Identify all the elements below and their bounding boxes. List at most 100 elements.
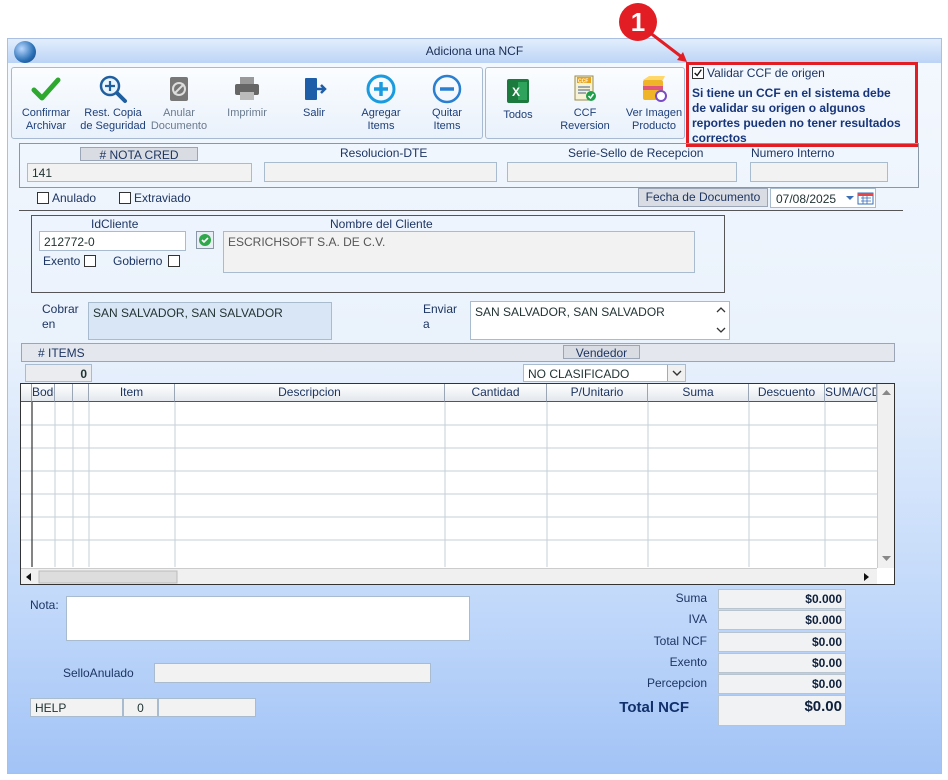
- confirm-archive-button[interactable]: Confirmar Archivar: [14, 74, 78, 133]
- scroll-up-down-icon: [882, 390, 891, 561]
- items-bar: [21, 343, 895, 362]
- enviar-scrollbar[interactable]: [714, 303, 728, 337]
- scroll-arrows-icon: [716, 307, 726, 333]
- green-check-icon: [196, 231, 214, 249]
- annotation-highlight-box: [686, 62, 918, 147]
- nota-label: Nota:: [30, 598, 59, 612]
- iva-label: IVA: [688, 612, 707, 626]
- minus-circle-icon: [432, 74, 462, 104]
- exento-total-value: $0.00: [718, 653, 846, 673]
- exento-label: Exento: [43, 254, 81, 268]
- annotation-badge: 1: [619, 3, 657, 41]
- fecha-value: 07/08/2025: [776, 192, 837, 206]
- help-extra: [158, 698, 256, 717]
- restore-backup-button[interactable]: Rest. Copia de Seguridad: [79, 74, 147, 133]
- plus-circle-icon: [366, 74, 396, 104]
- annotation-arrow: [648, 30, 687, 62]
- exit-button[interactable]: Salir: [288, 74, 340, 120]
- enviar-label: Enviar a: [423, 302, 458, 331]
- gobierno-checkbox[interactable]: [168, 255, 180, 267]
- grand-total-value: $0.00: [718, 695, 846, 726]
- percepcion-label: Percepcion: [646, 676, 707, 690]
- ccf-reversion-button[interactable]: CCF CCF Reversion: [556, 74, 614, 133]
- title-bar: Adiciona una NCF: [8, 39, 941, 63]
- gobierno-label: Gobierno: [113, 254, 163, 268]
- nota-cred-field[interactable]: 141: [27, 163, 252, 182]
- total-ncf-value: $0.00: [718, 632, 846, 652]
- grid-col-descripcion[interactable]: Descripcion: [175, 384, 445, 402]
- fecha-documento-label: Fecha de Documento: [638, 188, 768, 207]
- printer-icon: [235, 77, 259, 100]
- sello-anulado-field[interactable]: [154, 663, 431, 683]
- nombre-cliente-field[interactable]: ESCRICHSOFT S.A. DE C.V.: [223, 231, 695, 273]
- svg-text:CCF: CCF: [578, 79, 588, 85]
- grid-col-cantidad[interactable]: Cantidad: [445, 384, 547, 402]
- void-document-icon: [170, 77, 188, 101]
- exit-door-icon: [305, 78, 327, 100]
- items-label: # ITEMS: [38, 346, 85, 360]
- grid-col-descuento[interactable]: Descuento: [749, 384, 825, 402]
- sello-anulado-label: SelloAnulado: [63, 666, 134, 680]
- vendedor-dropdown-button[interactable]: [667, 365, 685, 381]
- grid-col-p-unitario[interactable]: P/Unitario: [547, 384, 648, 402]
- date-picker-button[interactable]: [845, 191, 875, 205]
- extraviado-label: Extraviado: [134, 191, 191, 205]
- grid-body-lines: [21, 402, 877, 567]
- grid-col-item[interactable]: Item: [89, 384, 175, 402]
- chevron-down-icon: [672, 370, 682, 376]
- grid-header-row: Bodega Item Descripcion Cantidad P/Unita…: [21, 384, 877, 402]
- cobrar-label: Cobrar en: [42, 302, 79, 331]
- calendar-dropdown-icon: [846, 192, 874, 205]
- window-title: Adiciona una NCF: [425, 44, 524, 58]
- extraviado-checkbox[interactable]: [119, 192, 131, 204]
- scroll-left-right-icon: [26, 570, 869, 584]
- svg-text:X: X: [512, 85, 520, 99]
- vendedor-value: NO CLASIFICADO: [528, 367, 630, 381]
- grid-col-bodega[interactable]: Bodega: [32, 384, 55, 402]
- export-all-button[interactable]: X Todos: [494, 76, 542, 122]
- zoom-in-icon: [99, 75, 127, 103]
- product-image-icon: [643, 76, 667, 102]
- enviar-value: SAN SALVADOR, SAN SALVADOR: [475, 305, 665, 319]
- excel-icon: X: [507, 79, 529, 103]
- grid-col-selector[interactable]: [21, 384, 32, 402]
- void-document-button[interactable]: Anular Documento: [150, 74, 208, 133]
- cobrar-field[interactable]: SAN SALVADOR, SAN SALVADOR: [88, 302, 332, 340]
- suma-value: $0.000: [718, 589, 846, 609]
- grid-col-suma[interactable]: Suma: [648, 384, 749, 402]
- grid-col-blank-2[interactable]: [73, 384, 89, 402]
- nota-field[interactable]: [66, 596, 470, 641]
- numero-interno-field[interactable]: [750, 162, 888, 182]
- view-product-image-button[interactable]: Ver Imagen Producto: [622, 74, 686, 133]
- anulado-label: Anulado: [52, 191, 97, 205]
- exento-total-label: Exento: [669, 655, 707, 669]
- anulado-checkbox[interactable]: [37, 192, 49, 204]
- nombre-cliente-label: Nombre del Cliente: [330, 217, 433, 231]
- serie-label: Serie-Sello de Recepcion: [568, 146, 704, 160]
- vendedor-select[interactable]: NO CLASIFICADO: [523, 364, 686, 382]
- remove-items-button[interactable]: Quitar Items: [420, 74, 474, 133]
- grid-col-suma-cd[interactable]: SUMA/CD: [825, 384, 877, 402]
- add-items-button[interactable]: Agregar Items: [352, 74, 410, 133]
- resolucion-label: Resolucion-DTE: [340, 146, 428, 160]
- grid-col-blank-1[interactable]: [55, 384, 73, 402]
- grid-horizontal-scrollbar[interactable]: [21, 568, 877, 584]
- validate-client-button[interactable]: [196, 231, 214, 249]
- numero-interno-label: Numero Interno: [751, 146, 835, 160]
- separator-line: [19, 210, 903, 211]
- help-field: HELP: [30, 698, 123, 717]
- checkmark-icon: [31, 77, 61, 101]
- serie-field[interactable]: [507, 162, 737, 182]
- resolucion-field[interactable]: [264, 162, 497, 182]
- nota-cred-label: # NOTA CRED: [80, 147, 198, 162]
- grand-total-label: Total NCF: [619, 699, 689, 716]
- iva-value: $0.000: [718, 610, 846, 630]
- enviar-field[interactable]: SAN SALVADOR, SAN SALVADOR: [470, 301, 730, 340]
- id-cliente-field[interactable]: 212772-0: [39, 231, 186, 251]
- print-button[interactable]: Imprimir: [219, 74, 275, 120]
- id-cliente-label: IdCliente: [91, 217, 139, 231]
- grid-vertical-scrollbar[interactable]: [877, 384, 894, 568]
- suma-label: Suma: [675, 591, 707, 605]
- vendedor-label: Vendedor: [563, 345, 640, 360]
- exento-checkbox[interactable]: [84, 255, 96, 267]
